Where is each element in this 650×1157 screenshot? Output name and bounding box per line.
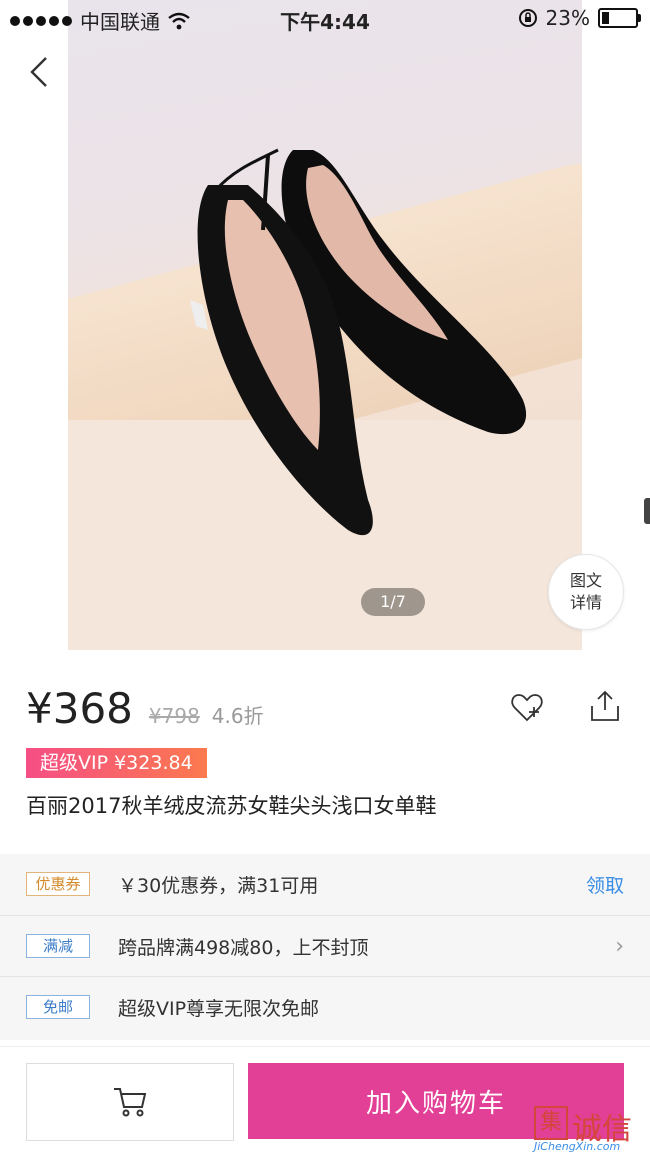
image-pager: 1/7 bbox=[361, 588, 425, 616]
chevron-right-icon[interactable]: › bbox=[615, 934, 624, 959]
coupon-text: ￥30优惠券，满31可用 bbox=[118, 874, 319, 897]
share-icon[interactable] bbox=[588, 688, 622, 724]
status-bar: 中国联通 下午4:44 23% bbox=[0, 0, 650, 36]
detail-line-1: 图文 bbox=[569, 571, 602, 590]
favorite-add-icon[interactable] bbox=[510, 690, 544, 724]
free-shipping-text: 超级VIP尊享无限次免邮 bbox=[118, 997, 320, 1020]
coupon-tag: 优惠券 bbox=[26, 872, 90, 896]
original-price: ¥798 bbox=[148, 704, 200, 728]
promo-row-coupon[interactable]: 优惠券 ￥30优惠券，满31可用 领取 bbox=[0, 854, 650, 914]
free-shipping-tag: 免邮 bbox=[26, 995, 90, 1019]
lock-rotation-icon bbox=[518, 9, 537, 27]
shoes-illustration bbox=[190, 148, 527, 536]
promo-row-discount[interactable]: 满减 跨品牌满498减80，上不封顶 › bbox=[0, 915, 650, 976]
cart-button[interactable] bbox=[26, 1063, 234, 1141]
battery-level bbox=[602, 12, 609, 24]
vip-price-badge: 超级VIP ¥323.84 bbox=[26, 748, 207, 778]
watermark-logo: 集 诚信 JiChengXin.com bbox=[532, 1104, 650, 1156]
product-image[interactable]: 1/7 bbox=[68, 0, 582, 650]
watermark-site: JiChengXin.com bbox=[534, 1140, 621, 1153]
detail-line-2: 详情 bbox=[569, 593, 602, 612]
promo-row-shipping: 免邮 超级VIP尊享无限次免邮 bbox=[0, 976, 650, 1037]
status-right: 23% bbox=[518, 6, 641, 30]
battery-icon bbox=[598, 8, 641, 28]
promotions-section: 优惠券 ￥30优惠券，满31可用 领取 满减 跨品牌满498减80，上不封顶 ›… bbox=[0, 854, 650, 1040]
image-text-detail-button[interactable]: 图文 详情 bbox=[548, 554, 624, 630]
discount-label: 4.6折 bbox=[211, 704, 264, 728]
product-title: 百丽2017秋羊绒皮流苏女鞋尖头浅口女单鞋 bbox=[26, 794, 437, 818]
cart-icon bbox=[114, 1088, 147, 1117]
battery-percent: 23% bbox=[545, 6, 590, 30]
watermark-mark: 集 bbox=[534, 1106, 568, 1140]
claim-coupon-link[interactable]: 领取 bbox=[586, 871, 624, 898]
back-icon[interactable] bbox=[22, 52, 62, 92]
current-price: ¥368 bbox=[26, 684, 133, 733]
discount-tag: 满减 bbox=[26, 934, 90, 958]
discount-text: 跨品牌满498减80，上不封顶 bbox=[118, 936, 369, 959]
edge-handle bbox=[644, 498, 650, 524]
price-row: ¥368 ¥798 4.6折 bbox=[26, 684, 264, 733]
